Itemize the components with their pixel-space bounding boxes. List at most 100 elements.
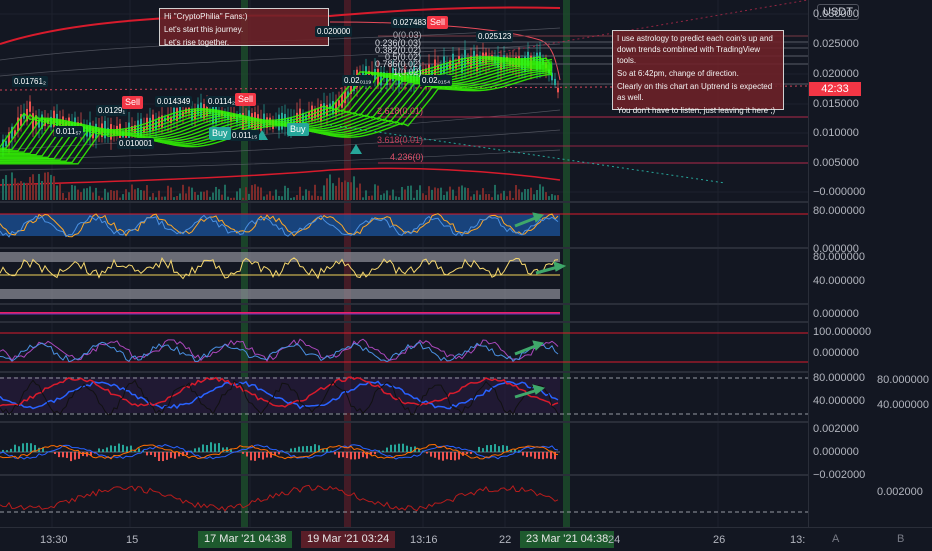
volume-bar [134,189,136,200]
volume-bar [272,196,274,200]
volume-bar [74,186,76,200]
volume-bar [254,184,256,200]
scale-b-button[interactable]: B [897,533,904,545]
note-right[interactable]: I use astrology to predict each coin's u… [612,30,784,110]
note-right-line: Clearly on this chart an Uptrend is expe… [617,81,779,103]
volume-bar [449,187,451,200]
volume-bar [65,198,67,200]
time-axis[interactable]: 13:30 15 17 Mar '21 04:38 19 Mar '21 03:… [0,527,932,551]
volume-bar [392,190,394,200]
note-right-line: So at 6:42pm, change of direction. [617,68,779,79]
volume-bar [407,186,409,200]
macd-histogram-bar [246,452,248,456]
buy-signal[interactable]: Buy [287,123,309,136]
volume-bar [155,197,157,200]
macd-histogram-bar [278,452,280,454]
note-left-line: Let's start this journey. [164,24,324,35]
macd-histogram-bar [546,452,548,458]
volume-bar [191,188,193,200]
macd-histogram-bar [22,443,24,452]
macd-histogram-bar [346,452,348,458]
macd-histogram-bar [122,445,124,452]
ribbon-ma-line [0,63,552,153]
volume-bar [518,189,520,200]
volume-bar [233,198,235,200]
macd-histogram-bar [158,452,160,461]
price-tick: 0.015000 [813,98,859,110]
sell-signal[interactable]: Sell [235,93,256,106]
volume-bar [476,190,478,200]
volume-bar [362,197,364,200]
macd-histogram-bar [306,446,308,452]
candle [5,141,7,146]
note-left-line: Let's rise together. [164,37,324,48]
macd-histogram-bar [202,444,204,452]
volume-bar [137,188,139,200]
auto-scale-button[interactable]: A [832,533,839,545]
volume-bar [425,195,427,200]
volume-bar [383,193,385,200]
macd-histogram-bar [118,444,120,452]
volume-bar [440,188,442,200]
macd-histogram-bar [426,452,428,454]
buy-date-badge: 23 Mar '21 04:38 [520,531,614,548]
macd-histogram-bar [470,452,472,454]
volume-bar [359,184,361,200]
macd-histogram-bar [174,452,176,459]
volume-bar [251,185,253,200]
macd-histogram-bar [530,452,532,457]
note-left[interactable]: Hi "CryptoPhilia" Fans:) Let's start thi… [159,8,329,46]
volume-bar [485,194,487,200]
macd-histogram-bar [66,452,68,458]
macd-histogram-bar [438,452,440,460]
volume-bar [509,191,511,200]
candle [155,121,157,130]
volume-bar [284,186,286,200]
volume-bar [29,177,31,200]
price-label: 0.025123 [476,31,513,42]
macd-histogram-bar [494,444,496,452]
macd-histogram-bar [186,452,188,455]
volume-bar [365,190,367,200]
volume-bar [41,181,43,200]
volume-bar [377,186,379,200]
volume-bar [2,179,4,200]
volume-bar [404,189,406,200]
candle [473,51,475,66]
macd-histogram-bar [206,445,208,452]
volume-bar [473,194,475,200]
macd-histogram-bar [26,443,28,452]
buy-signal[interactable]: Buy [209,127,231,140]
volume-bar [56,185,58,200]
macd-histogram-bar [334,452,336,454]
macd-histogram-bar [434,452,436,458]
note-left-line: Hi "CryptoPhilia" Fans:) [164,11,324,22]
volume-bar [431,190,433,200]
price-axis[interactable]: USDT 0.030000 0.025000 0.020000 42:33 0.… [808,0,932,527]
macd-histogram-bar [62,452,64,457]
sell-signal[interactable]: Sell [122,96,143,109]
time-tick: 24 [608,534,620,546]
volume-bar [179,193,181,200]
osc-tick-right: 80.000000 [877,374,929,386]
volume-bar [170,187,172,200]
volume-bar [275,190,277,200]
macd-histogram-bar [390,445,392,452]
volume-bar [104,189,106,200]
volume-bar [344,180,346,200]
price-label: 0.014349 [155,96,192,107]
sell-signal[interactable]: Sell [427,16,448,29]
chart-area[interactable]: Hi "CryptoPhilia" Fans:) Let's start thi… [0,0,808,527]
volume-bar [77,190,79,200]
time-tick: 13:16 [410,534,438,546]
macd-histogram-bar [110,445,112,452]
macd-histogram-bar [290,449,292,452]
sell-date-badge: 19 Mar '21 03:24 [301,531,395,548]
current-price-marker: 42:33 [809,82,861,96]
macd-histogram-bar [78,452,80,459]
volume-bar [290,198,292,200]
macd-histogram-bar [242,452,244,454]
volume-bar [491,197,493,200]
volume-bar [236,191,238,200]
volume-bar [533,194,535,200]
